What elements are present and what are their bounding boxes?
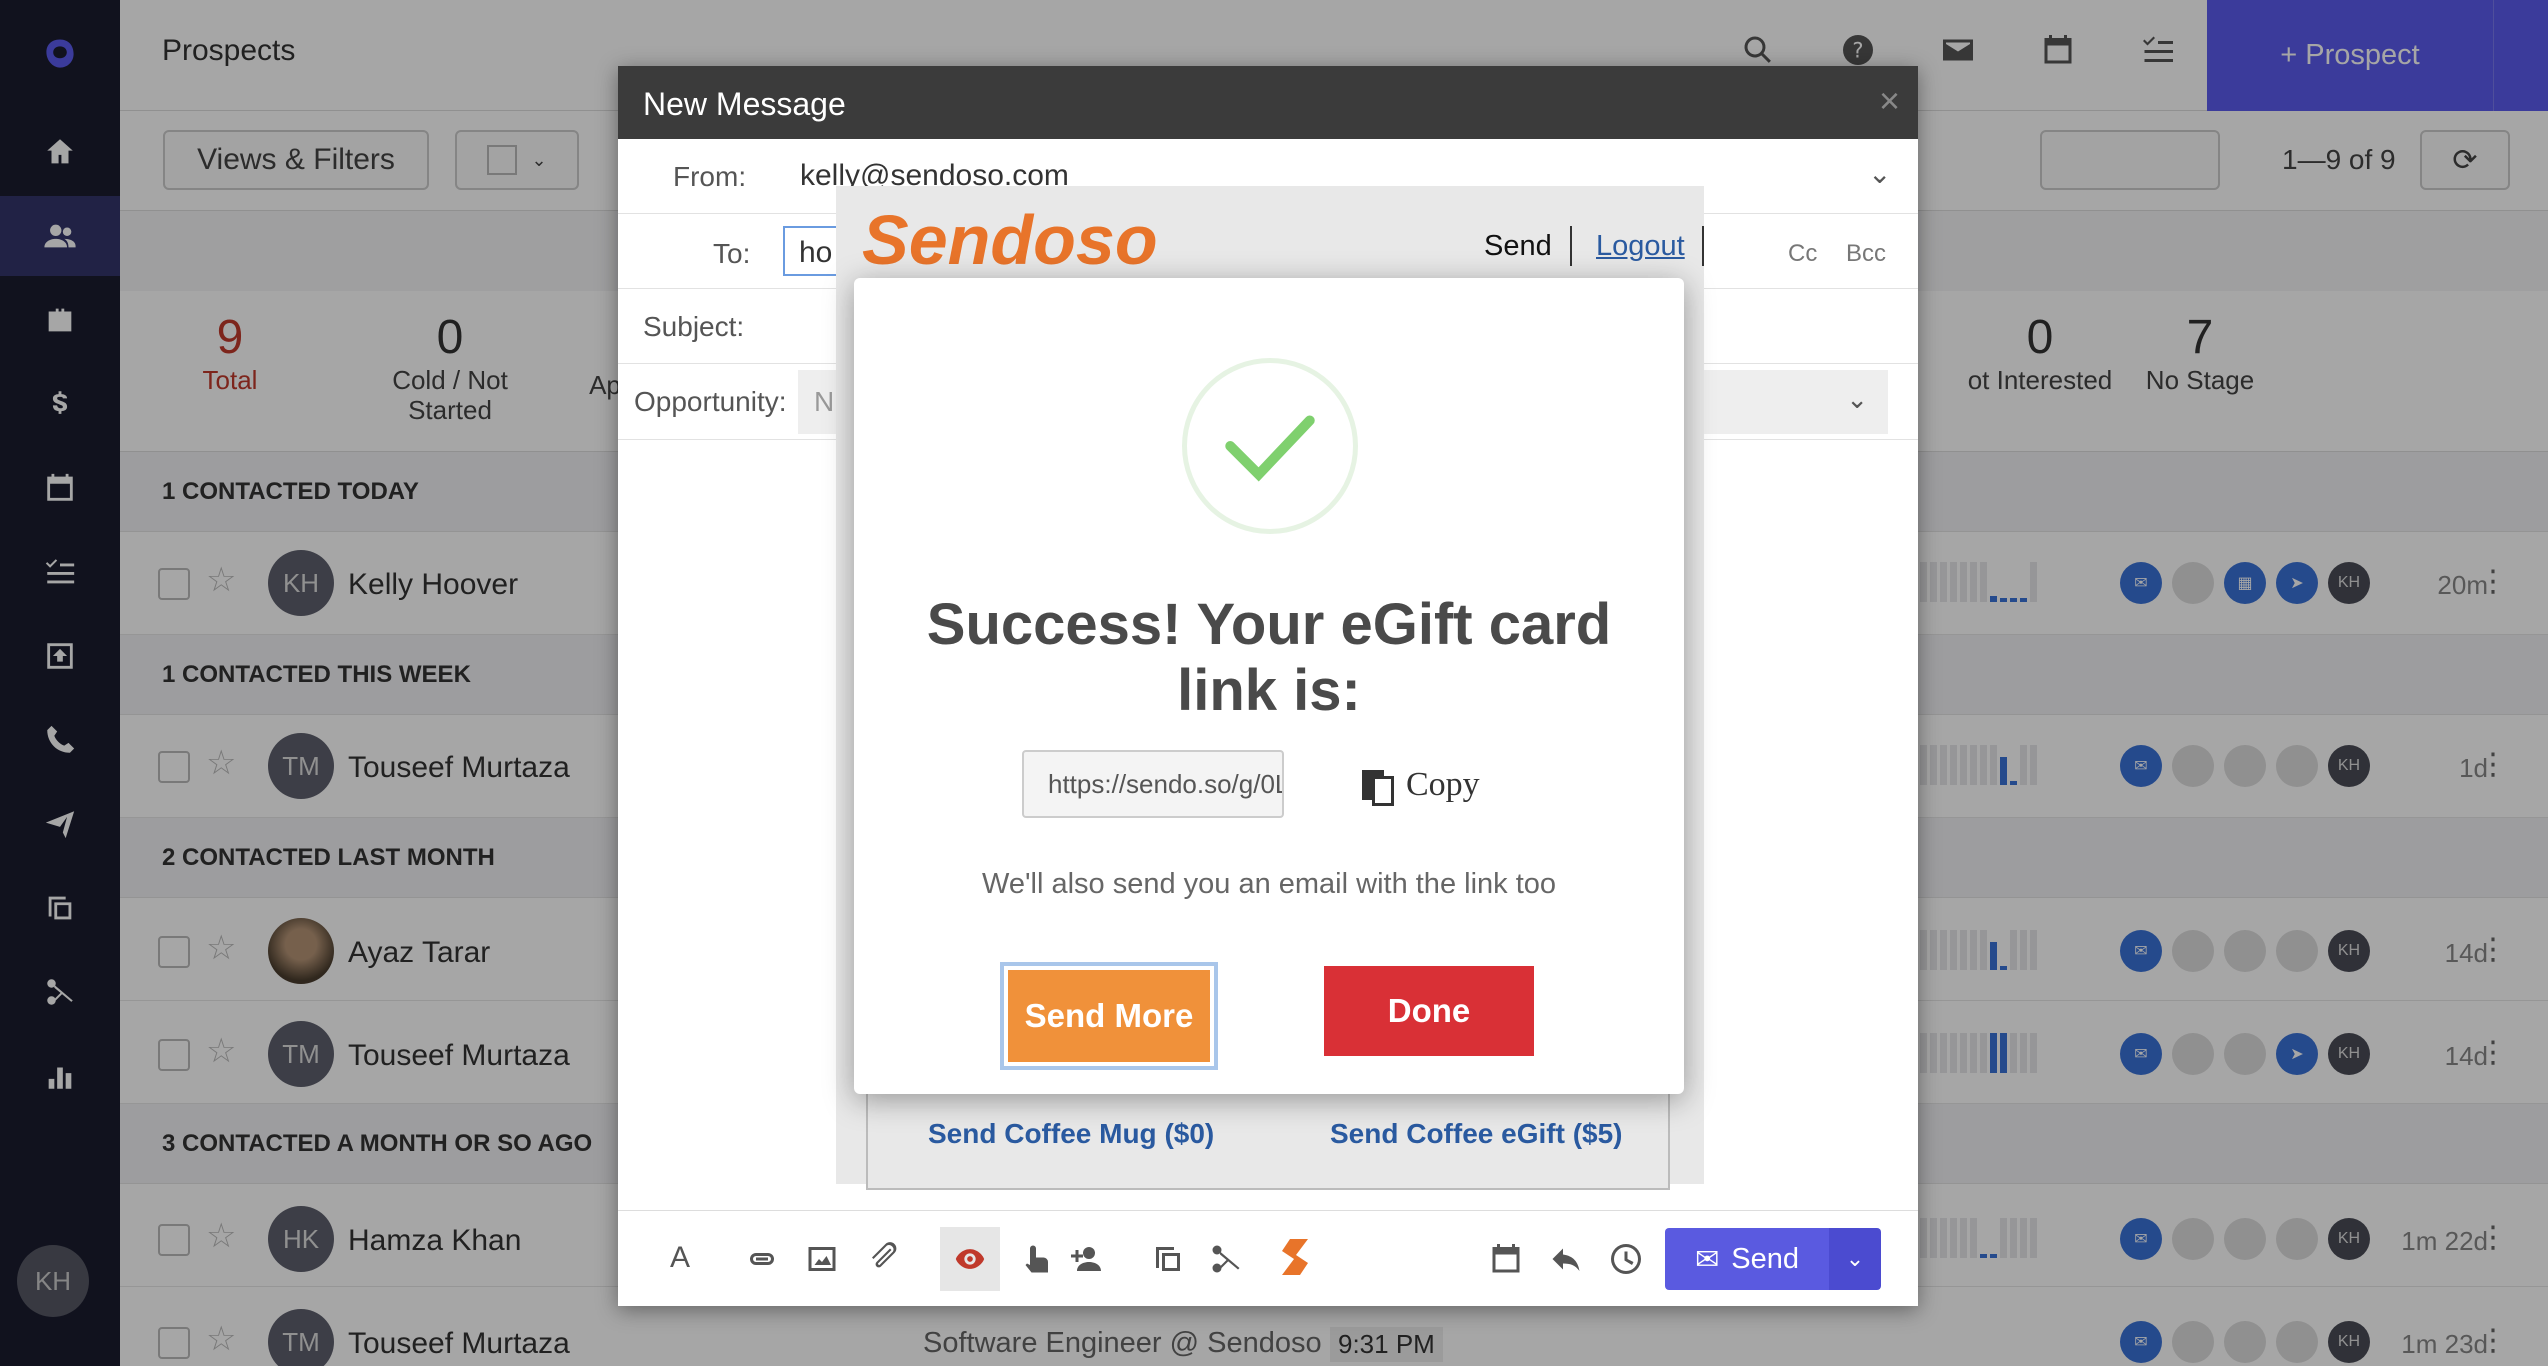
done-button[interactable]: Done bbox=[1324, 966, 1534, 1056]
close-icon[interactable]: × bbox=[1879, 80, 1900, 122]
gift-link-input[interactable]: https://sendo.so/g/0L bbox=[1022, 750, 1284, 818]
send-coffee-egift-link[interactable]: Send Coffee eGift ($5) bbox=[1330, 1118, 1622, 1150]
success-title: Success! Your eGift card link is: bbox=[926, 592, 1612, 723]
dialog-header: New Message × bbox=[618, 66, 1918, 139]
reply-icon[interactable] bbox=[1548, 1241, 1584, 1277]
image-icon[interactable] bbox=[804, 1241, 840, 1277]
copy-button[interactable]: Copy bbox=[1362, 760, 1480, 810]
chevron-down-icon: ⌄ bbox=[1846, 384, 1868, 414]
tracking-eye-icon[interactable] bbox=[940, 1227, 1000, 1291]
copy-icon[interactable] bbox=[1150, 1241, 1186, 1277]
checkmark-icon bbox=[1182, 358, 1358, 534]
success-modal: Success! Your eGift card link is: https:… bbox=[854, 278, 1684, 1094]
chevron-down-icon[interactable]: ⌄ bbox=[1868, 157, 1891, 190]
link-icon[interactable] bbox=[744, 1241, 780, 1277]
sendoso-logo: Sendoso bbox=[862, 201, 1158, 279]
divider bbox=[1702, 226, 1704, 266]
sendoso-logout-link[interactable]: Logout bbox=[1596, 230, 1685, 263]
touch-icon[interactable] bbox=[1018, 1241, 1054, 1277]
clock-icon[interactable] bbox=[1608, 1241, 1644, 1277]
add-person-icon[interactable] bbox=[1068, 1241, 1104, 1277]
sendoso-icon[interactable] bbox=[1272, 1231, 1322, 1285]
sendoso-send-link[interactable]: Send bbox=[1484, 230, 1552, 263]
cc-link[interactable]: Cc bbox=[1788, 240, 1817, 268]
divider bbox=[1570, 226, 1572, 266]
calendar-icon[interactable] bbox=[1488, 1241, 1524, 1277]
send-options-dropdown[interactable]: ⌄ bbox=[1829, 1228, 1881, 1290]
font-icon[interactable]: A bbox=[670, 1241, 706, 1277]
scissors-icon[interactable] bbox=[1208, 1241, 1244, 1277]
email-note: We'll also send you an email with the li… bbox=[981, 868, 1557, 900]
attachment-icon[interactable] bbox=[866, 1241, 902, 1277]
send-coffee-mug-link[interactable]: Send Coffee Mug ($0) bbox=[928, 1118, 1214, 1150]
send-button[interactable]: ✉ Send bbox=[1665, 1228, 1829, 1290]
mail-icon: ✉ bbox=[1694, 1243, 1720, 1276]
clipboard-icon bbox=[1362, 766, 1394, 806]
bcc-link[interactable]: Bcc bbox=[1846, 240, 1886, 268]
send-more-button[interactable]: Send More bbox=[1000, 962, 1218, 1070]
dialog-title: New Message bbox=[643, 86, 846, 122]
